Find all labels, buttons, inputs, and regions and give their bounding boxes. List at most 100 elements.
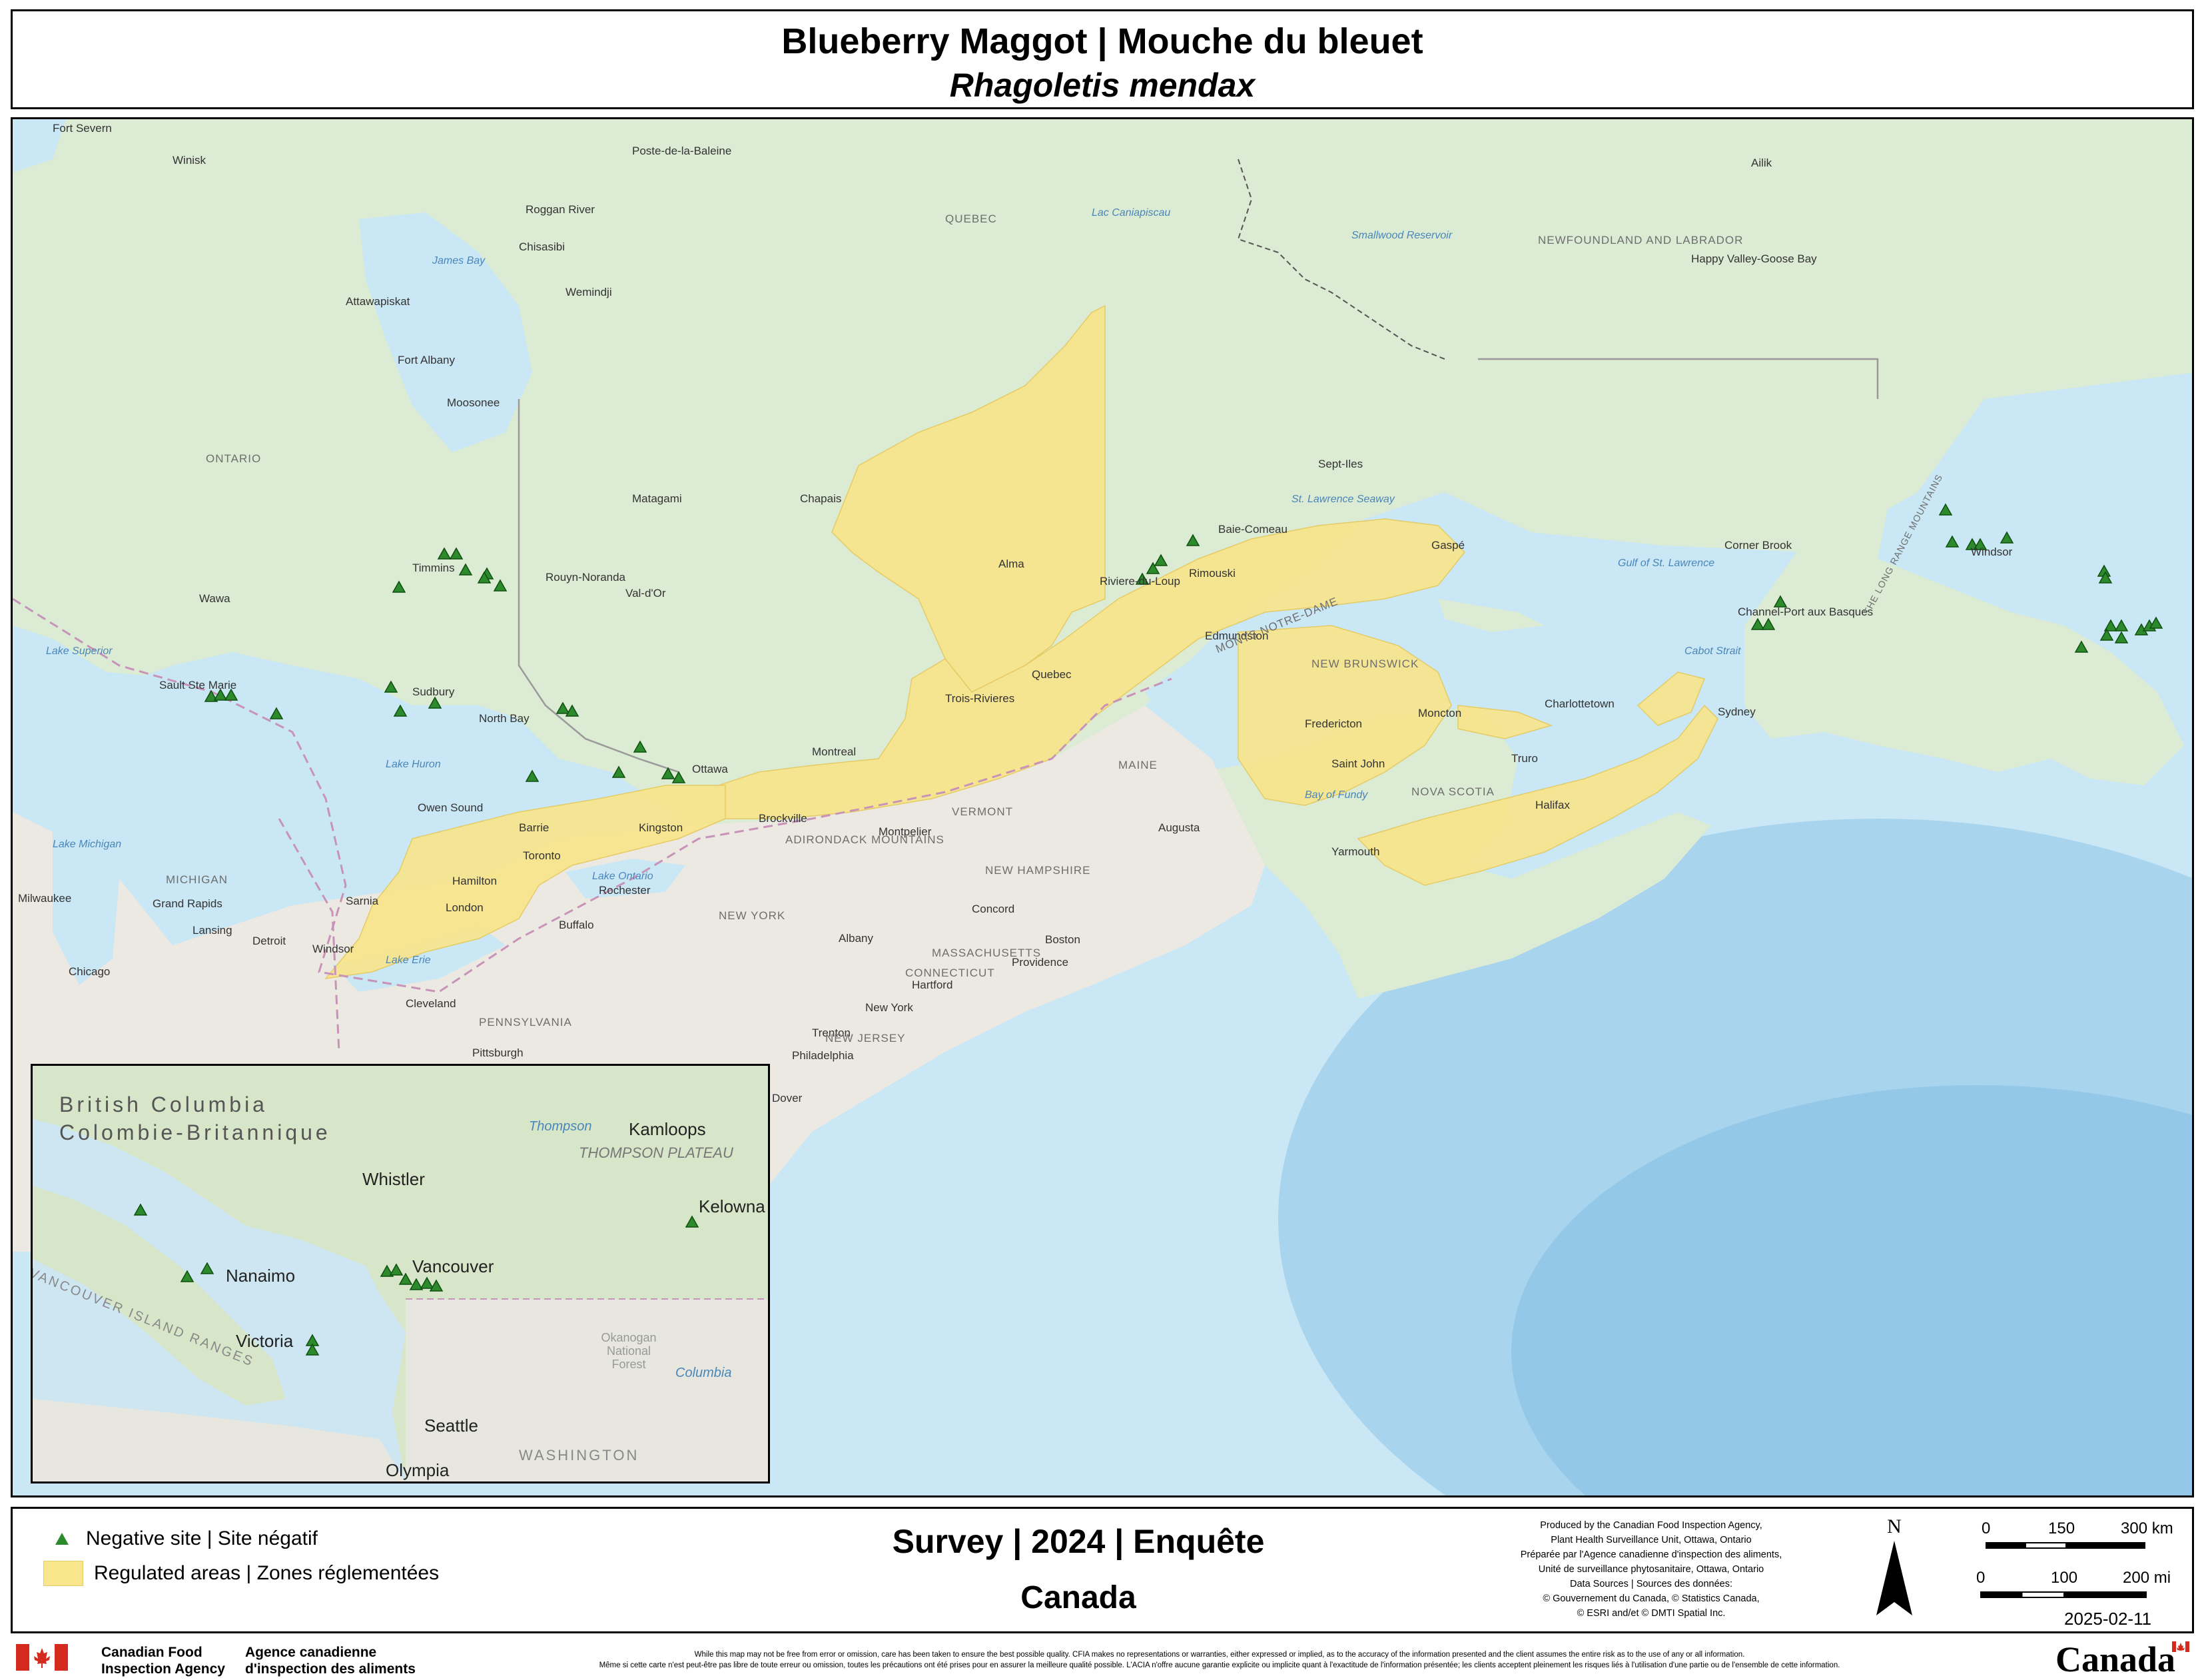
place-label: Matagami	[632, 492, 682, 505]
agency-name-en: Canadian Food Inspection Agency	[101, 1644, 225, 1677]
legend-label-negative-site: Negative site | Site négatif	[86, 1527, 318, 1549]
water-label: Lake Superior	[46, 645, 113, 657]
place-label: New York	[865, 1001, 913, 1014]
place-label: Ottawa	[692, 763, 728, 775]
inset-title-en: British Columbia	[59, 1092, 268, 1116]
inset-label-kamloops: Kamloops	[629, 1119, 706, 1139]
place-label: Rochester	[599, 884, 651, 897]
place-label: Gaspé	[1431, 539, 1465, 552]
inset-label-kelowna: Kelowna	[699, 1196, 765, 1216]
region-label: MAINE	[1118, 759, 1158, 771]
region-label: ADIRONDACK MOUNTAINS	[785, 833, 944, 846]
place-label: Barrie	[519, 821, 550, 834]
place-label: Albany	[839, 932, 873, 945]
credit-line: Produced by the Canadian Food Inspection…	[1540, 1520, 1762, 1531]
place-label: Ailik	[1751, 157, 1772, 169]
place-label: Brockville	[759, 812, 807, 825]
credit-line: Plant Health Surveillance Unit, Ottawa, …	[1551, 1535, 1752, 1545]
place-label: Milwaukee	[18, 892, 72, 905]
map-subtitle-species: Rhagoletis mendax	[949, 67, 1256, 104]
place-label: Halifax	[1535, 799, 1570, 811]
region-label: CONNECTICUT	[905, 967, 995, 979]
region-label: NEW JERSEY	[825, 1032, 906, 1045]
water-label: James Bay	[432, 255, 486, 266]
place-label: Dover	[772, 1092, 803, 1104]
water-label: Lake Erie	[386, 955, 431, 966]
place-label: Baie-Comeau	[1218, 523, 1287, 536]
place-label: Wemindji	[565, 286, 612, 298]
region-label: ONTARIO	[206, 452, 262, 465]
place-label: Rouyn-Noranda	[546, 571, 626, 584]
place-label: Happy Valley-Goose Bay	[1691, 252, 1817, 265]
credit-line: © Gouvernement du Canada, © Statistics C…	[1543, 1593, 1760, 1604]
footer: Canadian Food Inspection Agency Agence c…	[11, 1639, 2194, 1679]
region-label: MASSACHUSETTS	[932, 947, 1042, 959]
credit-line: Data Sources | Sources des données:	[1570, 1579, 1732, 1589]
inset-label-thompson-river: Thompson	[529, 1119, 592, 1134]
place-label: Fort Albany	[398, 354, 455, 366]
scale-km-150: 150	[2048, 1519, 2075, 1537]
place-label: Rimouski	[1189, 567, 1236, 580]
north-label: N	[1887, 1515, 1902, 1537]
place-label: Montreal	[812, 745, 857, 758]
place-label: Sarnia	[346, 895, 379, 907]
map-date: 2025-02-11	[2064, 1609, 2152, 1629]
place-label: Kingston	[639, 821, 683, 834]
place-label: Cleveland	[406, 997, 456, 1010]
disclaimer: While this map may not be free from erro…	[470, 1649, 1969, 1671]
region-label: MICHIGAN	[166, 873, 228, 886]
agency-en-line: Canadian Food	[101, 1645, 202, 1660]
inset-label-okanogan: Okanogan National Forest	[601, 1331, 657, 1371]
scale-mi-bar	[1980, 1591, 2147, 1598]
place-label: Boston	[1045, 933, 1080, 946]
map-title: Blueberry Maggot | Mouche du bleuet	[781, 21, 1423, 61]
scale-km-300: 300 km	[2121, 1519, 2173, 1537]
place-label: Pittsburgh	[472, 1047, 524, 1059]
place-label: Sudbury	[412, 685, 455, 698]
inset-label-olympia: Olympia	[386, 1460, 450, 1480]
canada-wordmark: Canada	[2055, 1639, 2176, 1679]
region-label: VERMONT	[952, 805, 1013, 818]
region-label: NEW YORK	[719, 909, 786, 922]
north-arrow-shape	[1876, 1541, 1912, 1615]
agency-fr-line: d'inspection des aliments	[245, 1661, 416, 1677]
water-label: Lake Ontario	[592, 871, 653, 882]
credit-line: Unité de surveillance phytosanitaire, Ot…	[1538, 1564, 1764, 1575]
scale-bar-mi: 0 100 200 mi	[1958, 1569, 2177, 1609]
legend-panel: Negative site | Site négatif Regulated a…	[11, 1507, 2194, 1633]
place-label: Chapais	[800, 492, 842, 505]
place-label: Truro	[1511, 752, 1538, 765]
place-label: Sept-Iles	[1318, 458, 1363, 470]
place-label: Sault Ste Marie	[159, 679, 237, 691]
inset-label-columbia-river: Columbia	[675, 1366, 732, 1380]
place-label: Grand Rapids	[153, 897, 222, 910]
place-label: Roggan River	[526, 203, 595, 216]
place-label: Moncton	[1418, 707, 1462, 719]
place-label: Concord	[972, 903, 1015, 915]
inset-label-nanaimo: Nanaimo	[226, 1266, 296, 1286]
scale-km-0: 0	[1982, 1519, 1991, 1537]
place-label: Quebec	[1032, 668, 1072, 681]
credit-line: Préparée par l'Agence canadienne d'inspe…	[1520, 1549, 1782, 1560]
place-label: North Bay	[479, 712, 530, 725]
place-label: Fort Severn	[53, 122, 112, 135]
place-label: Windsor	[312, 943, 354, 955]
agency-name-fr: Agence canadienne d'inspection des alime…	[245, 1644, 416, 1677]
place-label: Wawa	[199, 592, 230, 605]
place-label: Trois-Rivieres	[945, 692, 1015, 705]
place-label: London	[446, 901, 484, 914]
water-label: Lake Michigan	[53, 839, 122, 850]
place-label: Augusta	[1158, 821, 1200, 834]
scale-km-bar	[1986, 1542, 2145, 1549]
inset-map-bc[interactable]: British Columbia Colombie-Britannique Ka…	[31, 1064, 770, 1483]
main-map[interactable]: Fort Severn Winisk Poste-de-la-Baleine Rogg…	[11, 117, 2194, 1497]
scale-bar-km: 0 150 300 km	[1958, 1519, 2177, 1559]
survey-country: Canada	[1020, 1580, 1136, 1615]
map-credits: Produced by the Canadian Food Inspection…	[1465, 1518, 1838, 1621]
water-label: Gulf of St. Lawrence	[1618, 558, 1714, 569]
place-label: Saint John	[1331, 757, 1385, 770]
place-label: Yarmouth	[1331, 845, 1380, 858]
region-label: NEW BRUNSWICK	[1311, 657, 1419, 670]
place-label: Corner Brook	[1724, 539, 1792, 552]
inset-label-victoria: Victoria	[236, 1331, 294, 1351]
